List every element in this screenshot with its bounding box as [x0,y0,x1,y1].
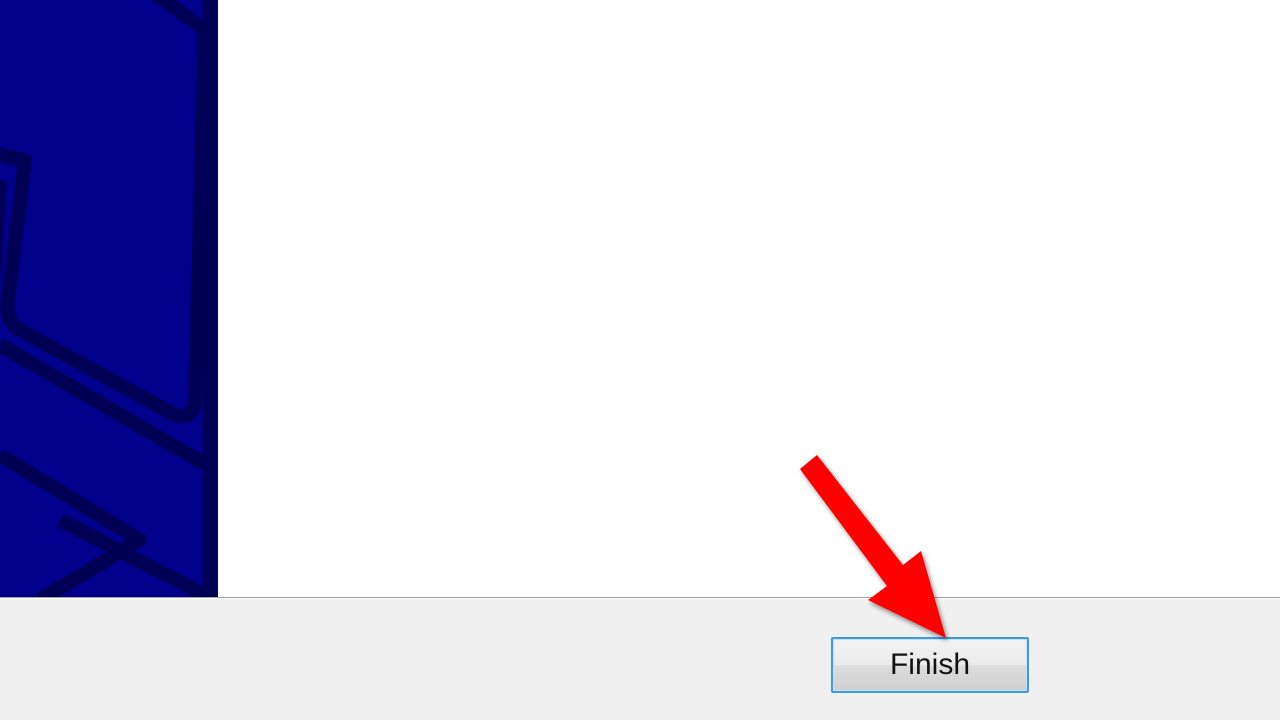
wizard-side-banner [0,0,218,597]
wizard-content-area [218,0,1280,597]
installer-window: Finish [0,0,1280,720]
finish-button[interactable]: Finish [831,637,1029,693]
banner-pattern-graphic [0,0,218,597]
wizard-button-bar: Finish [0,599,1280,720]
